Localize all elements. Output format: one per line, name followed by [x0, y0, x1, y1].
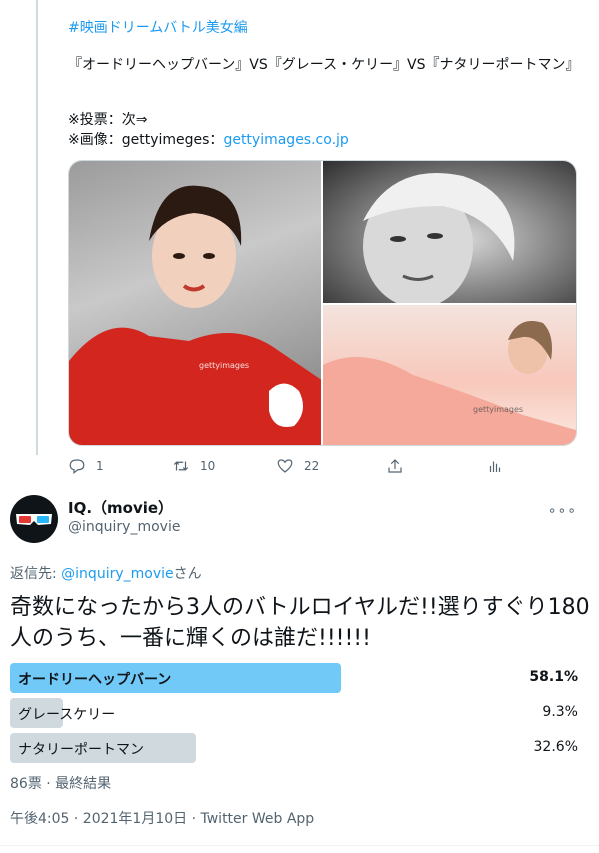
- vote-note: ※投票：次⇒: [68, 112, 148, 128]
- retweet-count: 10: [200, 459, 216, 473]
- thread-connector-line: [36, 0, 38, 455]
- reply-handle-link[interactable]: @inquiry_movie: [61, 566, 173, 582]
- 3d-glasses-icon: [16, 514, 52, 525]
- gettyimages-link[interactable]: gettyimages.co.jp: [223, 132, 348, 148]
- image-credit-prefix: ※画像：gettyimeges：: [68, 132, 224, 148]
- retweet-button[interactable]: 10: [172, 457, 276, 475]
- share-icon: [388, 459, 402, 473]
- media-right-column: gettyimages: [323, 161, 576, 445]
- author-handle[interactable]: @inquiry_movie: [68, 519, 180, 535]
- divider: [0, 845, 599, 846]
- photo-audrey-hepburn[interactable]: gettyimages: [69, 161, 321, 445]
- tweet-text: 奇数になったから3人のバトルロイヤルだ!!選りすぐり180人のうち、一番に輝くの…: [10, 595, 590, 651]
- hashtag-link[interactable]: #映画ドリームバトル美女編: [68, 17, 248, 37]
- tweet-timestamp[interactable]: 午後4:05 · 2021年1月10日 · Twitter Web App: [10, 808, 314, 828]
- more-options-icon[interactable]: ∘∘∘: [548, 503, 577, 519]
- avatar[interactable]: [10, 495, 58, 543]
- reply-button[interactable]: 1: [68, 457, 172, 475]
- watermark-text: gettyimages: [199, 361, 250, 370]
- reply-suffix: さん: [173, 566, 202, 582]
- poll-option-percent: 9.3%: [542, 704, 578, 720]
- poll-option-label: グレースケリー: [18, 707, 116, 723]
- reply-prefix: 返信先:: [10, 566, 62, 582]
- watermark-text: gettyimages: [473, 405, 524, 414]
- poll-meta: 86票 · 最終結果: [10, 776, 112, 792]
- reply-context: 返信先: @inquiry_movieさん: [10, 563, 202, 583]
- poll-option: グレースケリー 9.3%: [10, 698, 580, 728]
- poll: オードリーヘップバーン 58.1% グレースケリー 9.3% ナタリーポートマン…: [10, 663, 580, 768]
- retweet-icon: [173, 461, 189, 471]
- previous-tweet-text: 『オードリーヘップバーン』VS『グレース・ケリー』VS『ナタリーポートマン』: [68, 57, 580, 73]
- share-button[interactable]: [386, 457, 486, 475]
- analytics-icon: [489, 461, 501, 472]
- media-grid: gettyimages gettyimages: [68, 160, 577, 446]
- poll-option-label: オードリーヘップバーン: [18, 672, 172, 688]
- poll-option-label: ナタリーポートマン: [18, 742, 144, 758]
- poll-option-percent: 58.1%: [529, 669, 578, 685]
- previous-tweet-notes: ※投票：次⇒ ※画像：gettyimeges：gettyimages.co.jp: [68, 110, 349, 150]
- poll-option-percent: 32.6%: [533, 739, 578, 755]
- heart-icon: [277, 459, 293, 473]
- photo-natalie-portman[interactable]: gettyimages: [323, 305, 576, 445]
- like-button[interactable]: 22: [276, 457, 386, 475]
- image-credit-note: ※画像：gettyimeges：gettyimages.co.jp: [68, 130, 349, 150]
- like-count: 22: [304, 459, 320, 473]
- author-name[interactable]: IQ.（movie）: [68, 497, 173, 518]
- poll-option: ナタリーポートマン 32.6%: [10, 733, 580, 763]
- portrait-illustration: [363, 173, 515, 303]
- portrait-illustration: [323, 321, 576, 445]
- photo-grace-kelly[interactable]: [323, 161, 576, 303]
- analytics-button[interactable]: [486, 457, 504, 475]
- reply-count: 1: [96, 459, 104, 473]
- portrait-illustration: [69, 185, 321, 445]
- tweet-actions-bar: 1 10 22: [68, 456, 548, 476]
- reply-icon: [69, 459, 85, 474]
- poll-option: オードリーヘップバーン 58.1%: [10, 663, 580, 693]
- tweet-author: IQ.（movie） @inquiry_movie ∘∘∘: [0, 495, 599, 550]
